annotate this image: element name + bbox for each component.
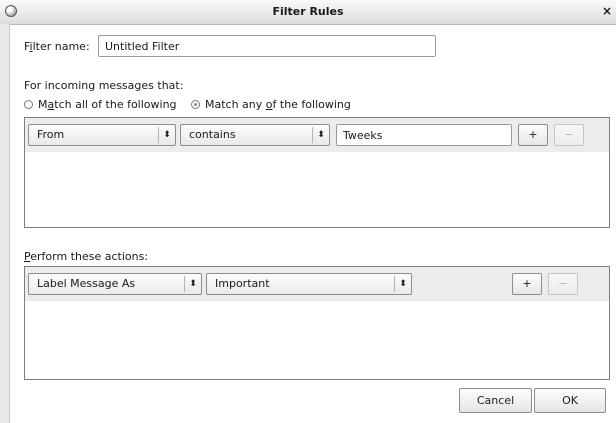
select-arrows-icon: ⬍ <box>394 276 411 292</box>
filter-name-label: Filter name: <box>24 40 90 53</box>
window-left-border <box>0 24 10 423</box>
close-icon[interactable]: × <box>602 4 612 18</box>
match-any-radio[interactable]: Match any of the following <box>191 98 351 111</box>
action-row: Label Message As ⬍ Important ⬍ + − <box>25 267 609 301</box>
select-arrows-icon: ⬍ <box>158 127 175 143</box>
action-type-value: Label Message As <box>37 277 136 290</box>
filter-name-input[interactable] <box>98 35 436 57</box>
condition-field-value: From <box>37 128 65 141</box>
actions-label: Perform these actions: <box>24 250 149 263</box>
match-all-radio-label: Match all of the following <box>38 98 177 111</box>
condition-value-input[interactable] <box>336 124 512 146</box>
match-all-radio-indicator <box>24 100 33 109</box>
match-all-radio[interactable]: Match all of the following <box>24 98 177 111</box>
action-value-value: Important <box>215 277 270 290</box>
condition-field-select[interactable]: From ⬍ <box>28 124 176 146</box>
incoming-messages-label: For incoming messages that: <box>24 79 184 92</box>
title-bar: Filter Rules × <box>0 0 616 25</box>
condition-operator-select[interactable]: contains ⬍ <box>180 124 330 146</box>
remove-condition-button[interactable]: − <box>554 124 584 146</box>
action-type-select[interactable]: Label Message As ⬍ <box>28 273 202 295</box>
conditions-list: From ⬍ contains ⬍ + − <box>24 117 610 228</box>
actions-list: Label Message As ⬍ Important ⬍ + − <box>24 266 610 380</box>
action-value-select[interactable]: Important ⬍ <box>206 273 412 295</box>
match-any-radio-indicator <box>191 100 200 109</box>
select-arrows-icon: ⬍ <box>312 127 329 143</box>
add-condition-button[interactable]: + <box>518 124 548 146</box>
ok-button[interactable]: OK <box>534 388 606 413</box>
condition-operator-value: contains <box>189 128 236 141</box>
condition-row: From ⬍ contains ⬍ + − <box>25 118 609 152</box>
select-arrows-icon: ⬍ <box>184 276 201 292</box>
match-any-radio-label: Match any of the following <box>205 98 351 111</box>
window-title: Filter Rules <box>272 5 344 18</box>
cancel-button[interactable]: Cancel <box>459 388 532 413</box>
remove-action-button[interactable]: − <box>548 273 578 295</box>
add-action-button[interactable]: + <box>512 273 542 295</box>
